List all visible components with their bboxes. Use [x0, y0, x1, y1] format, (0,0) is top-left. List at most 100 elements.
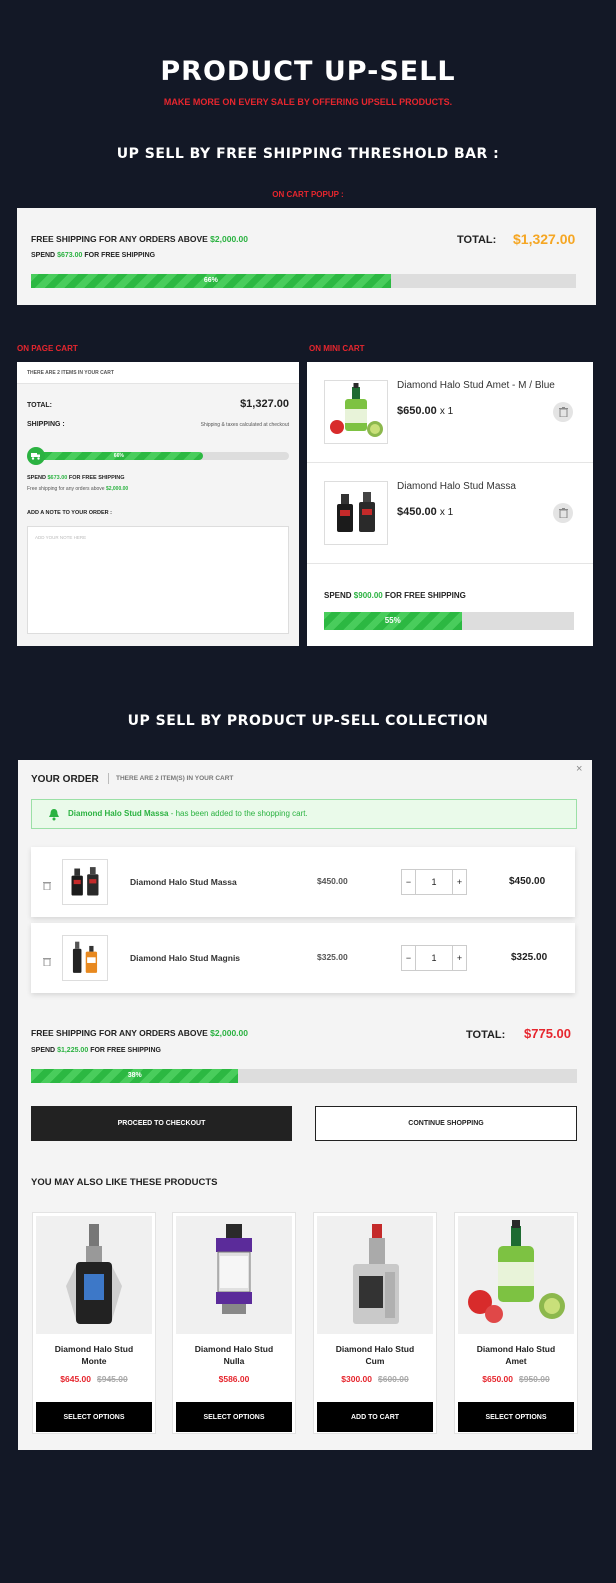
shipping-label: SHIPPING :	[27, 421, 65, 428]
product-prices: $650.00 $950.00	[482, 1374, 550, 1384]
trash-icon[interactable]	[553, 402, 573, 422]
close-icon[interactable]: ×	[576, 763, 582, 775]
trash-icon[interactable]	[43, 953, 51, 971]
product-image[interactable]	[176, 1216, 292, 1334]
spend-line: SPEND $1,225.00 FOR FREE SHIPPING	[31, 1047, 161, 1054]
total-value: $1,327.00	[513, 231, 576, 247]
minus-button[interactable]: −	[402, 946, 416, 970]
divider	[108, 773, 109, 784]
page-title: PRODUCT UP-SELL	[160, 56, 456, 87]
item-subtotal: $450.00	[509, 876, 546, 887]
order-popup: YOUR ORDER THERE ARE 2 ITEM(S) IN YOUR C…	[18, 760, 592, 1450]
note-placeholder: ADD YOUR NOTE HERE	[35, 535, 87, 540]
item-name[interactable]: Diamond Halo Stud Massa	[397, 481, 516, 492]
product-prices: $300.00 $600.00	[341, 1374, 409, 1384]
checkout-button[interactable]: PROCEED TO CHECKOUT	[31, 1106, 292, 1141]
bell-icon	[48, 808, 60, 826]
item-name[interactable]: Diamond Halo Stud Amet - M / Blue	[397, 380, 555, 391]
spend-line: SPEND $673.00 FOR FREE SHIPPING	[27, 475, 125, 481]
product-image[interactable]	[36, 1216, 152, 1334]
product-thumbnail[interactable]	[324, 481, 388, 545]
item-price: $325.00	[317, 952, 348, 962]
product-thumbnail[interactable]	[62, 935, 108, 981]
select-options-button[interactable]: SELECT OPTIONS	[458, 1402, 574, 1432]
total-label: TOTAL:	[27, 402, 53, 409]
total-value: $1,327.00	[240, 398, 289, 410]
spend-line: SPEND $673.00 FOR FREE SHIPPING	[31, 252, 156, 259]
continue-shopping-button[interactable]: CONTINUE SHOPPING	[315, 1106, 577, 1141]
product-card: Diamond Halo Stud Cum $300.00 $600.00 ADD …	[313, 1212, 437, 1434]
truck-icon	[27, 447, 45, 465]
product-image[interactable]	[458, 1216, 574, 1334]
item-price: $450.00	[317, 876, 348, 886]
total-value: $775.00	[524, 1026, 571, 1041]
shipping-progress-bar: 66%	[31, 274, 576, 288]
order-title: YOUR ORDER	[31, 774, 99, 785]
eliquid-bottle-icon	[330, 383, 383, 437]
total-label: TOTAL:	[457, 234, 497, 246]
item-name[interactable]: Diamond Halo Stud Massa	[130, 877, 237, 887]
order-subtitle: THERE ARE 2 ITEM(S) IN YOUR CART	[116, 775, 234, 782]
mini-cart-label: ON MINI CART	[309, 344, 365, 353]
also-like-heading: YOU MAY ALSO LIKE THESE PRODUCTS	[31, 1177, 218, 1188]
progress-fill: 55%	[324, 612, 462, 630]
items-count-text: THERE ARE 2 ITEMS IN YOUR CART	[27, 370, 114, 376]
vape-kit-icon	[71, 867, 99, 896]
plus-button[interactable]: +	[452, 870, 466, 894]
trash-icon[interactable]	[553, 503, 573, 523]
product-card: Diamond Halo Stud Nulla $586.00 SELECT OP…	[172, 1212, 296, 1434]
product-name[interactable]: Diamond Halo Stud	[336, 1344, 414, 1354]
threshold-amount: $2,000.00	[210, 234, 248, 244]
product-name[interactable]: Diamond Halo Stud	[477, 1344, 555, 1354]
select-options-button[interactable]: SELECT OPTIONS	[176, 1402, 292, 1432]
cart-popup-panel: FREE SHIPPING FOR ANY ORDERS ABOVE $2,00…	[17, 208, 596, 305]
product-thumbnail[interactable]	[62, 859, 108, 905]
trash-icon[interactable]	[43, 877, 51, 895]
section-title-threshold: UP SELL BY FREE SHIPPING THRESHOLD BAR :	[116, 146, 500, 162]
page-cart-panel: THERE ARE 2 ITEMS IN YOUR CART TOTAL: $1…	[17, 362, 299, 646]
plus-button[interactable]: +	[452, 946, 466, 970]
quantity-input[interactable]: 1	[416, 870, 452, 894]
order-note-textarea[interactable]: ADD YOUR NOTE HERE	[27, 526, 289, 634]
vape-box-icon	[353, 1224, 399, 1324]
quantity-stepper: − 1 +	[401, 945, 467, 971]
shipping-progress-bar: 55%	[324, 612, 574, 630]
product-prices: $645.00 $945.00	[60, 1374, 128, 1384]
table-row: Diamond Halo Stud Magnis $325.00 − 1 + $…	[31, 923, 575, 993]
quantity-input[interactable]: 1	[416, 946, 452, 970]
shipping-progress-bar: 66%	[35, 452, 289, 460]
section-title-collection: UP SELL BY PRODUCT UP-SELL COLLECTION	[127, 713, 489, 729]
product-card: Diamond Halo Stud Monte $645.00 $945.00 SE…	[32, 1212, 156, 1434]
total-label: TOTAL:	[466, 1029, 506, 1041]
item-price-line: $450.00 x 1	[397, 506, 454, 518]
select-options-button[interactable]: SELECT OPTIONS	[36, 1402, 152, 1432]
product-name[interactable]: Diamond Halo Stud	[55, 1344, 133, 1354]
product-thumbnail[interactable]	[324, 380, 388, 444]
spend-line: SPEND $900.00 FOR FREE SHIPPING	[324, 591, 466, 600]
vape-tank-icon	[216, 1224, 252, 1314]
alert-text: - has been added to the shopping cart.	[170, 809, 308, 818]
item-price-line: $650.00 x 1	[397, 405, 454, 417]
shipping-progress-bar: 38%	[31, 1069, 577, 1083]
cart-popup-label: ON CART POPUP :	[272, 190, 344, 199]
free-shipping-line: FREE SHIPPING FOR ANY ORDERS ABOVE $2,00…	[31, 234, 248, 244]
quantity-stepper: − 1 +	[401, 869, 467, 895]
alert-product[interactable]: Diamond Halo Stud Massa	[68, 809, 168, 818]
shipping-note: Shipping & taxes calculated at checkout	[200, 422, 289, 428]
product-image[interactable]	[317, 1216, 433, 1334]
product-prices: $586.00	[218, 1374, 250, 1384]
vape-mod-icon	[66, 1224, 122, 1324]
mini-cart-panel: Diamond Halo Stud Amet - M / Blue $650.0…	[307, 362, 593, 646]
product-name[interactable]: Diamond Halo Stud	[195, 1344, 273, 1354]
page-cart-label: ON PAGE CART	[17, 344, 78, 353]
minus-button[interactable]: −	[402, 870, 416, 894]
free-shipping-note: Free shipping for any orders above $2,00…	[27, 486, 129, 492]
vape-pen-icon	[72, 941, 98, 973]
table-row: Diamond Halo Stud Massa $450.00 − 1 + $4…	[31, 847, 575, 917]
item-subtotal: $325.00	[511, 952, 548, 963]
add-to-cart-button[interactable]: ADD TO CART	[317, 1402, 433, 1432]
progress-fill: 66%	[31, 274, 391, 288]
item-name[interactable]: Diamond Halo Stud Magnis	[130, 953, 240, 963]
list-item: Diamond Halo Stud Amet - M / Blue $650.0…	[307, 362, 593, 463]
vape-kit-icon	[337, 492, 375, 532]
